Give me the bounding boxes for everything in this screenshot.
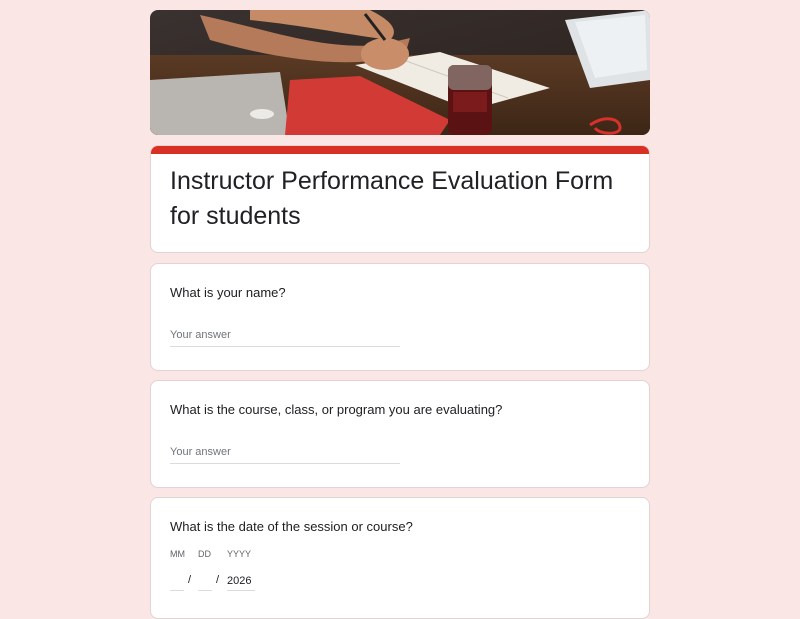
date-separator: / [188,574,192,586]
question-text: What is the course, class, or program yo… [170,402,503,417]
year-input[interactable] [227,572,255,591]
question-card-name: What is your name? [150,263,650,371]
month-label: MM [170,549,185,559]
year-label: YYYY [227,549,252,559]
question-card-course: What is the course, class, or program yo… [150,380,650,488]
title-accent-bar [151,146,649,154]
question-text: What is your name? [170,285,286,300]
course-answer-input[interactable] [170,441,400,464]
date-separator: / [216,574,220,586]
day-label: DD [198,549,211,559]
question-text: What is the date of the session or cours… [170,519,413,534]
month-input[interactable] [170,572,184,591]
question-card-date: What is the date of the session or cours… [150,497,650,619]
day-input[interactable] [198,572,212,591]
form-title-card: Instructor Performance Evaluation Form f… [150,145,650,253]
header-image [150,10,650,135]
form-title: Instructor Performance Evaluation Form f… [170,167,614,230]
name-answer-input[interactable] [170,324,400,347]
